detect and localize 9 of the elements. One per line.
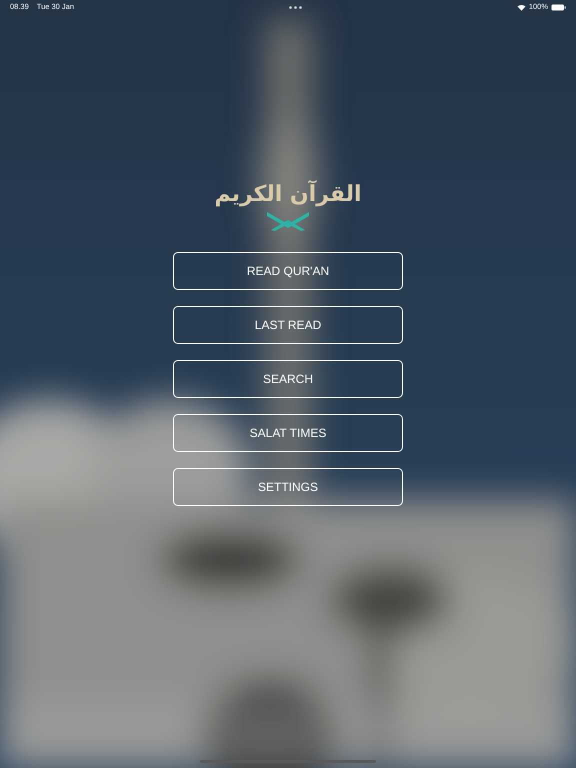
menu-button[interactable]: SALAT TIMES bbox=[173, 414, 403, 452]
menu-button[interactable]: READ QUR'AN bbox=[173, 252, 403, 290]
open-book-icon bbox=[265, 210, 311, 232]
menu-button[interactable]: SEARCH bbox=[173, 360, 403, 398]
menu-button[interactable]: SETTINGS bbox=[173, 468, 403, 506]
more-icon bbox=[288, 6, 302, 8]
menu-button[interactable]: LAST READ bbox=[173, 306, 403, 344]
wifi-icon bbox=[516, 4, 526, 10]
logo-title: القرآن الكريم bbox=[214, 180, 362, 209]
